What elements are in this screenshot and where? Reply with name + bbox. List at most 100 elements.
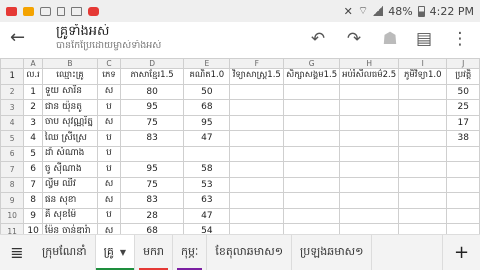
table-cell[interactable]	[229, 176, 285, 193]
table-cell[interactable]: ឈៃ ស្រីស្រេ	[41, 130, 99, 147]
column-header[interactable]: H	[339, 58, 400, 69]
table-cell[interactable]	[119, 145, 185, 162]
table-cell[interactable]	[339, 176, 400, 193]
chevron-down-icon[interactable]: ▼	[120, 248, 126, 257]
table-cell[interactable]	[339, 99, 400, 116]
table-cell[interactable]: 28	[119, 207, 185, 224]
table-cell[interactable]	[229, 130, 285, 147]
table-cell[interactable]: 5	[23, 145, 43, 162]
row-header[interactable]: 3	[0, 99, 25, 116]
table-cell[interactable]	[283, 223, 341, 234]
header-cell[interactable]: ប្រវត្តិ	[446, 68, 480, 85]
table-cell[interactable]: 58	[183, 161, 231, 178]
table-cell[interactable]: 75	[119, 176, 185, 193]
table-cell[interactable]: 50	[183, 83, 231, 100]
table-cell[interactable]: ល្វីម ឈីវ	[41, 176, 99, 193]
tab-sheet-2[interactable]: គ្រូ ▼	[95, 234, 136, 270]
header-cell[interactable]: សិក្សាសង្គម1.5	[283, 68, 341, 85]
header-cell[interactable]: ឈ្មោះគ្រូ	[41, 68, 99, 85]
table-cell[interactable]: ចូ ស៊ីណាង	[41, 161, 99, 178]
table-cell[interactable]: 47	[183, 207, 231, 224]
table-cell[interactable]: 1	[23, 83, 43, 100]
table-cell[interactable]	[398, 145, 448, 162]
row-header[interactable]: 2	[0, 83, 25, 100]
column-header[interactable]: I	[398, 58, 448, 69]
header-cell[interactable]: វិទ្យាសាស្ត្រ1.5	[229, 68, 285, 85]
table-cell[interactable]	[398, 114, 448, 131]
table-cell[interactable]	[229, 99, 285, 116]
table-cell[interactable]: 38	[446, 130, 480, 147]
table-cell[interactable]	[229, 223, 285, 234]
table-cell[interactable]	[183, 145, 231, 162]
table-cell[interactable]	[339, 207, 400, 224]
add-icon[interactable]: +	[442, 235, 480, 270]
table-cell[interactable]: 3	[23, 114, 43, 131]
table-cell[interactable]: ម៉ែន ចាន់ឌារ៉ា	[41, 223, 99, 234]
column-header[interactable]: J	[446, 58, 480, 69]
tab-sheet-3[interactable]: មករា	[135, 234, 174, 270]
table-cell[interactable]	[398, 130, 448, 147]
table-cell[interactable]: 63	[183, 192, 231, 209]
table-cell[interactable]	[398, 83, 448, 100]
table-cell[interactable]	[283, 145, 341, 162]
table-cell[interactable]	[398, 192, 448, 209]
column-header[interactable]: C	[97, 58, 121, 69]
table-cell[interactable]: គី សុខម៉ៃ	[41, 207, 99, 224]
comment-icon[interactable]: ▤	[412, 27, 436, 51]
row-header[interactable]: 9	[0, 192, 25, 209]
table-cell[interactable]	[283, 161, 341, 178]
row-header[interactable]: 11	[0, 223, 25, 234]
table-cell[interactable]	[398, 176, 448, 193]
table-cell[interactable]: ជាន យ៉ុនតូ	[41, 99, 99, 116]
table-cell[interactable]	[398, 223, 448, 234]
header-cell[interactable]: គណិត1.0	[183, 68, 231, 85]
table-cell[interactable]: ចាប សុវណ្ណរ័ត្ន	[41, 114, 99, 131]
table-cell[interactable]	[229, 207, 285, 224]
table-cell[interactable]: 53	[183, 176, 231, 193]
table-cell[interactable]	[339, 83, 400, 100]
table-cell[interactable]	[398, 99, 448, 116]
table-cell[interactable]: 6	[23, 161, 43, 178]
tab-sheet-6[interactable]: ប្រឡងឆមាស១	[292, 234, 373, 270]
table-cell[interactable]: 68	[183, 99, 231, 116]
row-header[interactable]: 5	[0, 130, 25, 147]
table-cell[interactable]	[283, 176, 341, 193]
table-cell[interactable]	[283, 83, 341, 100]
row-header[interactable]: 4	[0, 114, 25, 131]
table-cell[interactable]: ស	[97, 223, 121, 234]
add-person-icon[interactable]: ☗	[378, 27, 402, 51]
table-cell[interactable]	[339, 192, 400, 209]
table-cell[interactable]	[339, 223, 400, 234]
table-cell[interactable]	[398, 207, 448, 224]
table-cell[interactable]	[283, 99, 341, 116]
table-cell[interactable]: 68	[119, 223, 185, 234]
table-cell[interactable]: ដាំ សំណាង	[41, 145, 99, 162]
more-vert-icon[interactable]: ⋮	[448, 27, 472, 51]
table-cell[interactable]	[339, 145, 400, 162]
header-cell[interactable]: ភាសាខ្មែរ1.5	[119, 68, 185, 85]
table-cell[interactable]	[283, 114, 341, 131]
arrow-back-icon[interactable]: ←	[10, 28, 30, 48]
menu-icon[interactable]: ≣	[0, 235, 34, 270]
table-cell[interactable]: 8	[23, 192, 43, 209]
table-cell[interactable]	[398, 161, 448, 178]
table-cell[interactable]: 25	[446, 99, 480, 116]
table-cell[interactable]	[446, 176, 480, 193]
table-cell[interactable]	[283, 192, 341, 209]
table-cell[interactable]: 95	[119, 161, 185, 178]
row-header[interactable]: 6	[0, 145, 25, 162]
tab-sheet-4[interactable]: កុម្ភៈ	[173, 234, 208, 270]
column-header[interactable]: B	[41, 58, 99, 69]
table-cell[interactable]: 95	[183, 114, 231, 131]
spreadsheet-grid[interactable]: A B C D E F G H I J 1 ល.រ ឈ្មោះគ្រូ ភេទ …	[0, 58, 480, 234]
column-header[interactable]: G	[283, 58, 341, 69]
table-cell[interactable]	[229, 83, 285, 100]
table-cell[interactable]: ប	[97, 130, 121, 147]
table-cell[interactable]	[446, 145, 480, 162]
table-cell[interactable]	[446, 192, 480, 209]
header-cell[interactable]: ភូមិវិទ្យា1.0	[398, 68, 448, 85]
table-cell[interactable]: ស	[97, 192, 121, 209]
table-cell[interactable]	[283, 130, 341, 147]
redo-icon[interactable]: ↷	[342, 27, 366, 51]
table-cell[interactable]	[229, 161, 285, 178]
